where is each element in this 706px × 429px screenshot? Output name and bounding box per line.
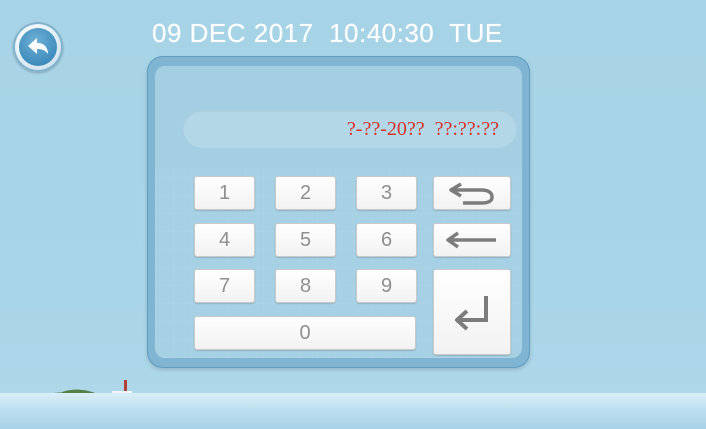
backspace-arrow-icon — [446, 231, 496, 249]
key-1[interactable]: 1 — [194, 176, 255, 210]
datetime-header: 09 DEC 2017 10:40:30 TUE — [152, 18, 503, 48]
key-0[interactable]: 0 — [194, 316, 416, 350]
enter-arrow-icon — [455, 296, 488, 331]
key-6[interactable]: 6 — [356, 223, 417, 257]
back-button[interactable] — [13, 22, 63, 72]
back-arrow-icon — [28, 38, 48, 54]
key-2[interactable]: 2 — [275, 176, 336, 210]
water-horizon — [0, 393, 706, 429]
key-5[interactable]: 5 — [275, 223, 336, 257]
key-7[interactable]: 7 — [194, 269, 255, 303]
key-8[interactable]: 8 — [275, 269, 336, 303]
key-3[interactable]: 3 — [356, 176, 417, 210]
backspace-button[interactable] — [433, 223, 511, 257]
screen: 09 DEC 2017 10:40:30 TUE ?-??-20?? ??:??… — [0, 0, 706, 429]
date-time-entry-panel: ?-??-20?? ??:??:?? 1 2 3 4 5 6 7 8 9 0 — [147, 56, 530, 368]
key-9[interactable]: 9 — [356, 269, 417, 303]
back-button-face — [19, 28, 57, 66]
undo-button[interactable] — [433, 176, 511, 210]
key-4[interactable]: 4 — [194, 223, 255, 257]
enter-button[interactable] — [433, 269, 511, 355]
datetime-input-display[interactable]: ?-??-20?? ??:??:?? — [183, 110, 517, 148]
undo-arrow-icon — [449, 182, 494, 205]
display-area: ?-??-20?? ??:??:?? — [155, 66, 522, 168]
